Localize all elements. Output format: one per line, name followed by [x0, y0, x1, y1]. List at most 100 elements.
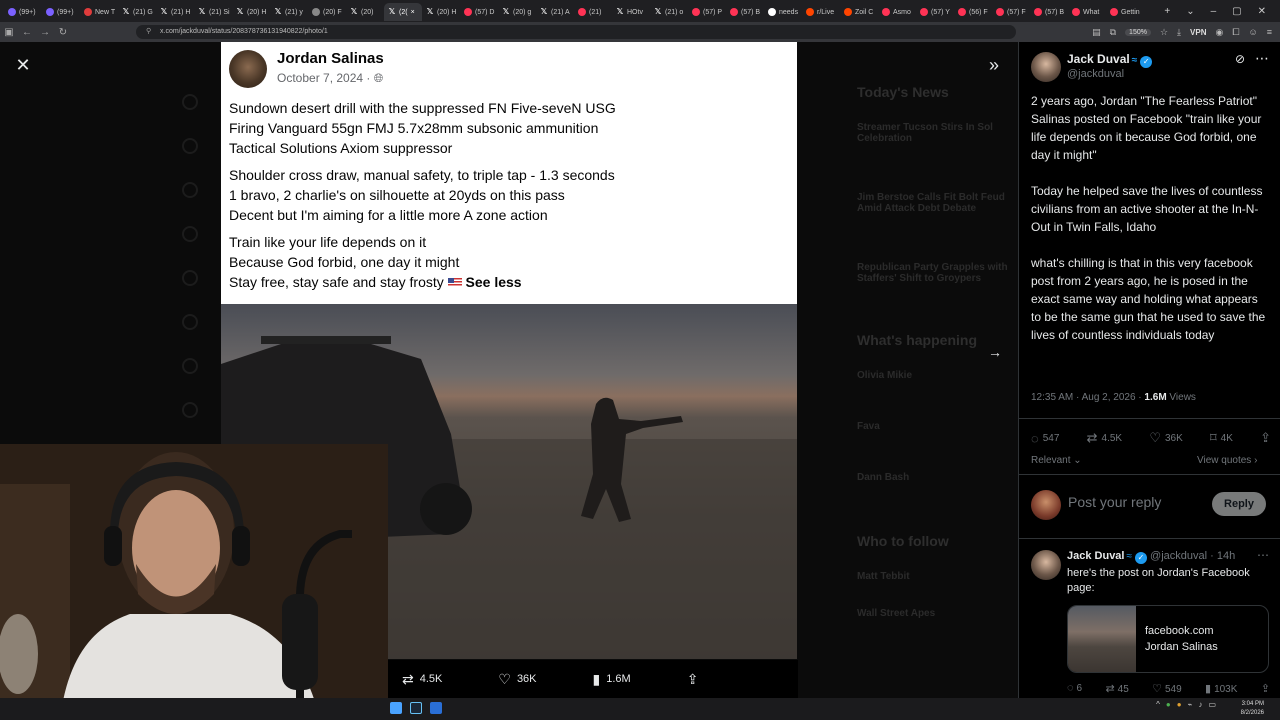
steam-icon[interactable] — [410, 702, 422, 714]
view-quotes-link[interactable]: View quotes › — [1197, 455, 1257, 466]
views-button[interactable]: ▮ 103K — [1205, 682, 1237, 695]
browser-tab[interactable]: (20) F — [308, 3, 346, 21]
browser-tab[interactable]: (57) P — [688, 3, 726, 21]
like-button[interactable]: ♡ 36K — [1149, 430, 1182, 446]
windows-start-icon[interactable] — [390, 702, 402, 714]
reader-icon[interactable]: ▤ — [1092, 27, 1101, 38]
browser-tab[interactable]: (99+) — [4, 3, 42, 21]
vpn-button[interactable]: VPN — [1190, 28, 1206, 37]
grok-icon[interactable]: ⊘ — [1235, 52, 1245, 66]
retweet-button[interactable]: ⇄ 4.5K — [402, 671, 442, 688]
views-button[interactable]: ▮ 1.6M — [593, 671, 631, 688]
menu-icon[interactable]: ≡ — [1267, 27, 1272, 37]
shield-icon[interactable]: ● — [1177, 700, 1182, 709]
browser-tab[interactable]: (57) F — [992, 3, 1030, 21]
clock[interactable]: 3:04 PM 8/2/2026 — [1241, 700, 1264, 718]
reply-handle-time[interactable]: @jackduval · 14h — [1150, 550, 1235, 562]
browser-tab[interactable]: 𝕏 (21) o — [650, 3, 688, 21]
bg-heading-follow: Who to follow — [857, 533, 949, 549]
browser-tab[interactable]: (99+) — [42, 3, 80, 21]
window-close-icon[interactable]: ✕ — [1258, 6, 1266, 17]
browser-tab[interactable]: (57) D — [460, 3, 498, 21]
browser-tab[interactable]: (57) Y — [916, 3, 954, 21]
browser-tab[interactable]: (57) B — [1030, 3, 1068, 21]
browser-tab[interactable]: (56) F — [954, 3, 992, 21]
browser-tab[interactable]: Asmo — [878, 3, 916, 21]
reply-author-name[interactable]: Jack Duval — [1067, 550, 1124, 562]
app-tray-icon[interactable]: ● — [1166, 700, 1171, 709]
browser-tab[interactable]: New T — [80, 3, 118, 21]
reply-input[interactable]: Post your reply — [1068, 494, 1161, 510]
zoom-indicator[interactable]: 150% — [1125, 28, 1151, 36]
browser-tab-active[interactable]: 𝕏 (2(× — [384, 3, 422, 21]
fb-line: Firing Vanguard 55gn FMJ 5.7x28mm subson… — [229, 120, 599, 136]
new-tab-icon[interactable]: + — [1164, 6, 1170, 17]
x-logo-icon: 𝕏 — [198, 7, 206, 16]
retweet-button[interactable]: ⇄ 4.5K — [1087, 430, 1122, 446]
sidebar-toggle-icon[interactable]: ▣ — [0, 27, 18, 38]
avatar[interactable] — [1031, 550, 1061, 580]
browser-tab[interactable]: r/Live — [802, 3, 840, 21]
browser-tab[interactable]: 𝕏 (21) Si — [194, 3, 232, 21]
bookmark-button[interactable]: ⌑ 4K — [1210, 430, 1233, 446]
download-icon[interactable]: ⤓ — [1177, 27, 1181, 38]
browser-tab[interactable]: 𝕏 (21) y — [270, 3, 308, 21]
close-tab-icon[interactable]: × — [411, 9, 415, 16]
tab-list-icon[interactable]: ⌄ — [1186, 6, 1194, 17]
translate-icon[interactable]: ⧉ — [1110, 27, 1116, 38]
share-button[interactable]: ⇪ — [1261, 682, 1273, 695]
chevron-up-icon[interactable]: ^ — [1156, 700, 1160, 709]
like-button[interactable]: ♡ 36K — [498, 671, 536, 688]
browser-tab[interactable]: 𝕏 (20) g — [498, 3, 536, 21]
browser-tab[interactable]: 𝕏 HOtv — [612, 3, 650, 21]
link-card[interactable]: facebook.com Jordan Salinas — [1067, 605, 1269, 673]
display-icon[interactable]: ▭ — [1208, 700, 1216, 709]
browser-tab[interactable]: 𝕏 (20) H — [232, 3, 270, 21]
next-image-icon[interactable]: → — [984, 341, 1006, 363]
reply-button[interactable]: ◌ 6 — [1067, 682, 1082, 695]
avatar[interactable] — [1031, 52, 1061, 82]
retweet-button[interactable]: ⇄ 45 — [1105, 682, 1128, 695]
more-options-icon[interactable]: ⋯ — [1257, 548, 1269, 562]
browser-tab[interactable]: 𝕏 (21) H — [156, 3, 194, 21]
extensions-icon[interactable]: ⧠ — [1232, 27, 1239, 38]
favicon-icon — [958, 8, 966, 16]
browser-tab[interactable]: Zoil C — [840, 3, 878, 21]
browser-tab[interactable]: Gettin — [1106, 3, 1144, 21]
browser-tab[interactable]: 𝕏 (20) — [346, 3, 384, 21]
close-icon[interactable]: ✕ — [12, 54, 34, 76]
like-button[interactable]: ♡ 549 — [1152, 682, 1182, 695]
sort-dropdown[interactable]: Relevant ⌄ — [1031, 455, 1082, 466]
url-field[interactable]: ⚲ x.com/jackduval/status/208378736131940… — [136, 25, 1016, 39]
back-icon[interactable]: ← — [18, 27, 36, 38]
network-icon[interactable]: ⌁ — [1188, 700, 1193, 709]
tweet-author-name[interactable]: Jack Duval ≈ ✓ — [1067, 52, 1153, 68]
fb-line: 1 bravo, 2 charlie's on silhouette at 20… — [229, 187, 565, 203]
more-options-icon[interactable]: ⋯ — [1255, 50, 1269, 67]
tweet-author-handle[interactable]: @jackduval — [1067, 68, 1124, 80]
reload-icon[interactable]: ↻ — [54, 27, 72, 38]
wallet-icon[interactable]: ◉ — [1215, 27, 1223, 38]
browser-tab[interactable]: (57) B — [726, 3, 764, 21]
minimize-icon[interactable]: – — [1211, 6, 1217, 17]
tweet-text: 2 years ago, Jordan "The Fearless Patrio… — [1031, 94, 1266, 342]
browser-tab[interactable]: (21) — [574, 3, 612, 21]
app-icon[interactable] — [430, 702, 442, 714]
browser-tab[interactable]: What — [1068, 3, 1106, 21]
tweet-timestamp[interactable]: 12:35 AM · Aug 2, 2026 · — [1031, 392, 1144, 403]
volume-icon[interactable]: ♪ — [1198, 700, 1202, 709]
share-button[interactable]: ⇪ — [687, 671, 699, 688]
site-info-icon[interactable]: ⚲ — [146, 25, 151, 39]
forward-icon[interactable]: → — [36, 27, 54, 38]
maximize-icon[interactable]: ▢ — [1232, 6, 1241, 17]
reply-button[interactable]: ◌ 547 — [1031, 430, 1059, 446]
browser-tab[interactable]: needs — [764, 3, 802, 21]
browser-tab[interactable]: 𝕏 (20) H — [422, 3, 460, 21]
browser-tab[interactable]: 𝕏 (21) G — [118, 3, 156, 21]
share-button[interactable]: ⇪ — [1260, 430, 1271, 446]
collapse-panel-icon[interactable]: » — [982, 54, 1006, 76]
bookmark-star-icon[interactable]: ☆ — [1160, 27, 1168, 38]
reply-submit-button[interactable]: Reply — [1212, 492, 1266, 516]
browser-tab[interactable]: 𝕏 (21) A — [536, 3, 574, 21]
profile-icon[interactable]: ☺ — [1249, 27, 1258, 37]
